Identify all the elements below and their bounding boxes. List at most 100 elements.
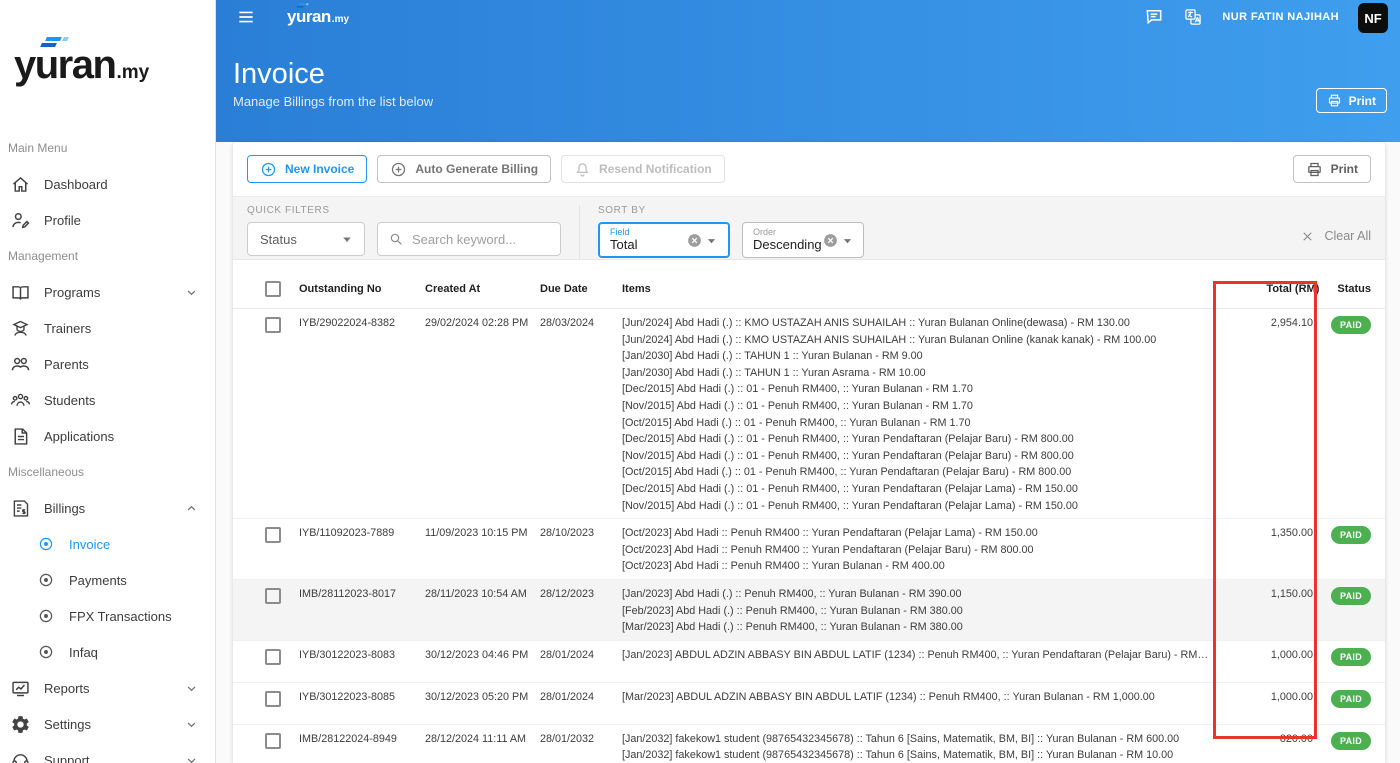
cell-outstanding-no: IYB/30122023-8085 — [299, 688, 425, 719]
invoice-item-line: [Nov/2015] Abd Hadi (.) :: 01 - Penuh RM… — [622, 447, 1211, 464]
cell-created-at: 29/02/2024 02:28 PM — [425, 314, 540, 513]
invoice-item-line: [Jan/2023] ABDUL ADZIN ABBASY BIN ABDUL … — [622, 646, 1211, 663]
row-checkbox[interactable] — [265, 588, 281, 604]
sidebar-subitem[interactable]: Payments — [0, 562, 215, 598]
sort-order-select[interactable]: Order Descending — [742, 222, 864, 258]
search-icon — [388, 231, 404, 247]
sidebar-item[interactable]: Applications — [0, 418, 215, 454]
filters-divider — [579, 205, 580, 259]
close-icon — [1300, 229, 1315, 244]
cell-created-at: 28/12/2024 11:11 AM — [425, 730, 540, 763]
row-checkbox[interactable] — [265, 691, 281, 707]
avatar[interactable]: NF — [1358, 3, 1388, 33]
cell-status: PAID — [1313, 314, 1371, 513]
cell-created-at: 11/09/2023 10:15 PM — [425, 524, 540, 574]
new-invoice-button[interactable]: New Invoice — [247, 155, 367, 183]
sidebar-item-label: Profile — [44, 213, 81, 228]
sidebar-nav: Main Menu Dashboard Profile Management — [0, 130, 215, 763]
row-checkbox[interactable] — [265, 317, 281, 333]
cell-outstanding-no: IMB/28112023-8017 — [299, 585, 425, 635]
sidebar-subitem[interactable]: Infaq — [0, 634, 215, 670]
row-checkbox[interactable] — [265, 649, 281, 665]
quick-filters-group: QUICK FILTERS Status — [247, 205, 561, 259]
topbar-brand-logo[interactable]: yuran.my — [287, 7, 349, 27]
sidebar-item[interactable]: Parents — [0, 346, 215, 382]
cell-total: 2,954.10 — [1211, 314, 1313, 513]
sidebar-item-label: Dashboard — [44, 177, 108, 192]
cell-created-at: 28/11/2023 10:54 AM — [425, 585, 540, 635]
invoice-item-line: [Feb/2023] Abd Hadi (.) :: Penuh RM400, … — [622, 602, 1211, 619]
translate-icon[interactable] — [1183, 7, 1203, 27]
header-print-button[interactable]: Print — [1316, 88, 1387, 113]
col-status: Status — [1319, 283, 1371, 295]
document-icon — [10, 426, 31, 447]
sidebar-item[interactable]: Programs — [0, 274, 215, 310]
cell-due-date: 28/01/2032 — [540, 730, 622, 763]
invoice-item-line: [Oct/2015] Abd Hadi (.) :: 01 - Penuh RM… — [622, 414, 1211, 431]
clear-order-icon[interactable] — [822, 232, 839, 249]
row-checkbox[interactable] — [265, 527, 281, 543]
cell-status: PAID — [1313, 646, 1371, 677]
table-body: IYB/29022024-8382 29/02/2024 02:28 PM 28… — [233, 309, 1385, 763]
status-badge: PAID — [1331, 648, 1371, 666]
table-row: IYB/29022024-8382 29/02/2024 02:28 PM 28… — [233, 309, 1385, 519]
resend-notification-button[interactable]: Resend Notification — [561, 155, 725, 183]
sidebar-subitem[interactable]: FPX Transactions — [0, 598, 215, 634]
col-due-date: Due Date — [540, 283, 622, 295]
invoice-item-line: [Jan/2032] fakekow1 student (98765432345… — [622, 730, 1211, 747]
radio-icon — [37, 643, 55, 661]
invoice-item-line: [Nov/2015] Abd Hadi (.) :: 01 - Penuh RM… — [622, 397, 1211, 414]
billing-icon — [10, 498, 31, 519]
sidebar-item[interactable]: Reports — [0, 670, 215, 706]
row-checkbox[interactable] — [265, 733, 281, 749]
sort-field-select[interactable]: Field Total — [598, 222, 730, 258]
cell-outstanding-no: IYB/30122023-8083 — [299, 646, 425, 677]
sidebar-item[interactable]: Dashboard — [0, 166, 215, 202]
cell-due-date: 28/03/2024 — [540, 314, 622, 513]
auto-generate-billing-button[interactable]: Auto Generate Billing — [377, 155, 551, 183]
sidebar-item[interactable]: Billings — [0, 490, 215, 526]
sidebar-item[interactable]: Trainers — [0, 310, 215, 346]
sidebar-subitem-label: FPX Transactions — [69, 609, 172, 624]
sidebar-item[interactable]: Students — [0, 382, 215, 418]
invoice-item-line: [Oct/2015] Abd Hadi (.) :: 01 - Penuh RM… — [622, 463, 1211, 480]
sidebar-item-label: Parents — [44, 357, 89, 372]
chevron-down-icon — [184, 681, 199, 696]
chat-icon[interactable] — [1144, 7, 1164, 27]
brand-logo[interactable]: yuran.my — [14, 43, 149, 88]
col-items: Items — [622, 283, 1217, 295]
plus-circle-icon — [260, 161, 277, 178]
radio-icon — [37, 535, 55, 553]
table-row: IMB/28122024-8949 28/12/2024 11:11 AM 28… — [233, 725, 1385, 763]
toolbar-print-button[interactable]: Print — [1293, 155, 1371, 183]
search-box[interactable] — [377, 222, 561, 256]
sidebar-subitem-label: Payments — [69, 573, 127, 588]
menu-icon[interactable] — [236, 7, 256, 27]
status-badge: PAID — [1331, 316, 1371, 334]
clear-field-icon[interactable] — [686, 232, 703, 249]
search-input[interactable] — [412, 232, 542, 247]
cell-items: [Jan/2032] fakekow1 student (98765432345… — [622, 730, 1211, 763]
invoice-item-line: [Jan/2032] fakekow1 student (98765432345… — [622, 746, 1211, 763]
sidebar-subitem-label: Invoice — [69, 537, 110, 552]
cell-items: [Mar/2023] ABDUL ADZIN ABBASY BIN ABDUL … — [622, 688, 1211, 719]
sidebar-item[interactable]: Profile — [0, 202, 215, 238]
filters-bar: QUICK FILTERS Status SORT BY Field — [233, 196, 1385, 260]
select-all-checkbox[interactable] — [265, 281, 281, 297]
user-name[interactable]: NUR FATIN NAJIHAH — [1222, 11, 1339, 23]
sidebar-item[interactable]: Support — [0, 742, 215, 763]
clear-all-button[interactable]: Clear All — [1300, 229, 1371, 244]
cell-total: 1,150.00 — [1211, 585, 1313, 635]
sort-by-label: SORT BY — [598, 205, 864, 216]
sidebar-item[interactable]: Settings — [0, 706, 215, 742]
table-row: IYB/11092023-7889 11/09/2023 10:15 PM 28… — [233, 519, 1385, 580]
brand-flag-icon — [41, 36, 71, 48]
sort-by-group: SORT BY Field Total Order Descending — [598, 205, 864, 259]
sidebar-subitem[interactable]: Invoice — [0, 526, 215, 562]
sidebar-item-label: Applications — [44, 429, 114, 444]
cell-status: PAID — [1313, 585, 1371, 635]
table-row: IYB/30122023-8085 30/12/2023 05:20 PM 28… — [233, 683, 1385, 725]
cell-total: 820.00 — [1211, 730, 1313, 763]
cell-total: 1,000.00 — [1211, 646, 1313, 677]
status-filter-select[interactable]: Status — [247, 222, 365, 256]
